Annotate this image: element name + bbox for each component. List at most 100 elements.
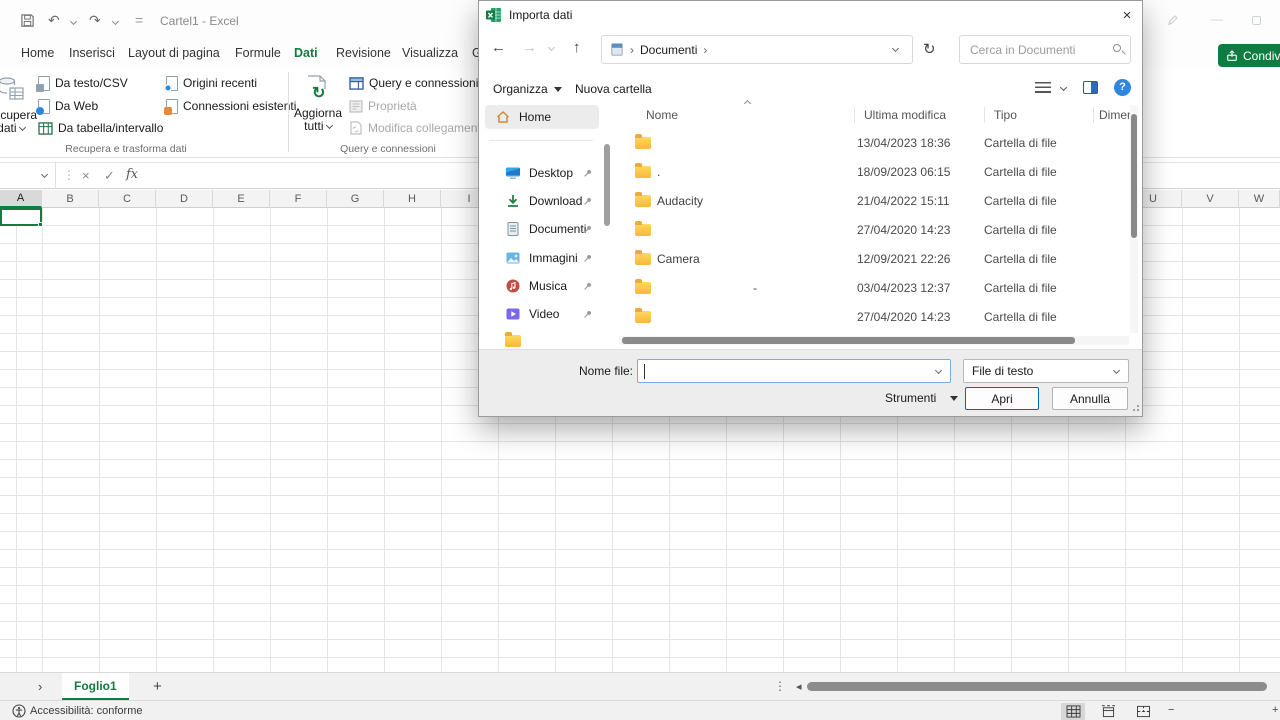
resize-grip[interactable] [1131,405,1139,413]
undo-dropdown-icon[interactable] [70,18,77,25]
list-vertical-scrollbar-thumb[interactable] [1131,114,1137,238]
list-horizontal-scrollbar-thumb[interactable] [622,337,1075,344]
queries-connections-button[interactable]: Query e connessioni [349,74,478,92]
tab-formule[interactable]: Formule [235,46,281,66]
pin-icon[interactable] [582,281,593,292]
file-row[interactable]: Camera12/09/2021 22:26Cartella di file [629,244,1107,273]
restore-icon[interactable] [1252,16,1261,25]
dialog-close-button[interactable]: × [1112,1,1142,29]
search-icon[interactable] [1113,44,1121,52]
search-input[interactable]: Cerca in Documenti [959,35,1131,64]
header-dimensione[interactable]: Dimen [1099,105,1134,125]
undo-icon[interactable]: ↶ [48,13,60,27]
column-header-e[interactable]: E [213,190,270,208]
file-row[interactable]: .18/09/2023 06:15Cartella di file [629,157,1107,186]
tab-layout[interactable]: Layout di pagina [128,46,220,66]
column-header-d[interactable]: D [156,190,213,208]
file-row[interactable]: -03/04/2023 12:37Cartella di file [629,273,1107,302]
redo-icon[interactable]: ↷ [89,13,101,27]
sidebar-item-musica[interactable]: Musica [485,274,599,298]
sidebar-item-download[interactable]: Download [485,189,599,213]
page-break-view-icon[interactable] [1131,703,1155,720]
pin-icon[interactable] [582,196,593,207]
open-button[interactable]: Apri [965,387,1039,410]
tools-button[interactable]: Strumenti [885,391,958,405]
address-bar[interactable]: › Documenti › [601,35,913,64]
nav-up-icon[interactable]: ↑ [573,39,581,56]
column-header-v[interactable]: V [1182,190,1239,208]
file-type-dropdown-icon[interactable] [1113,367,1120,374]
file-row[interactable]: 27/04/2020 14:23Cartella di file [629,215,1107,244]
sidebar-item-video[interactable]: Video [485,302,599,326]
insert-function-icon[interactable]: fx [126,167,138,182]
tab-revisione[interactable]: Revisione [336,46,391,66]
header-tipo[interactable]: Tipo [994,105,1017,125]
sidebar-item-documenti[interactable]: Documenti [485,217,599,241]
help-icon[interactable]: ? [1114,79,1131,96]
scroll-left-icon[interactable]: ◂ [796,680,802,693]
column-header-c[interactable]: C [99,190,156,208]
page-layout-view-icon[interactable] [1096,703,1120,720]
crumb-separator-icon[interactable]: › [703,43,707,57]
tab-dati[interactable]: Dati [294,46,318,66]
file-row[interactable]: 27/04/2020 14:23Cartella di file [629,302,1107,331]
file-row[interactable]: Audacity21/04/2022 15:11Cartella di file [629,186,1107,215]
sidebar-item-home[interactable]: Home [485,105,599,129]
existing-connections-button[interactable]: Connessioni esistenti [166,97,296,115]
cancel-formula-icon[interactable]: × [82,168,90,183]
share-button[interactable]: Condividi [1218,44,1280,67]
recent-sources-button[interactable]: Origini recenti [166,74,257,92]
fill-handle[interactable] [38,222,43,227]
normal-view-icon[interactable] [1061,703,1085,720]
pin-icon[interactable] [582,168,593,179]
sidebar-folder-icon[interactable] [505,335,521,347]
preview-pane-icon[interactable] [1083,81,1098,94]
sidebar-scrollbar-thumb[interactable] [604,144,610,226]
minimize-icon[interactable]: — [1211,12,1223,26]
pin-icon[interactable] [582,309,593,320]
refresh-icon[interactable]: ↻ [923,40,936,58]
tab-visualizza[interactable]: Visualizza [402,46,458,66]
name-box-dropdown-icon[interactable] [41,171,48,178]
accessibility-status[interactable]: Accessibilità: conforme [30,705,143,717]
file-type-select[interactable]: File di testo [963,359,1129,383]
file-name-dropdown-icon[interactable] [935,367,942,374]
column-header-g[interactable]: G [327,190,384,208]
redo-dropdown-icon[interactable] [112,18,119,25]
new-folder-button[interactable]: Nuova cartella [575,79,652,99]
from-web-button[interactable]: Da Web [38,97,98,115]
refresh-all-button[interactable]: ↻ Aggiorna tutti [293,71,343,155]
name-box[interactable] [0,162,56,189]
cancel-button[interactable]: Annulla [1052,387,1128,410]
list-horizontal-scrollbar[interactable] [619,336,1129,345]
sidebar-item-desktop[interactable]: Desktop [485,161,599,185]
nav-back-icon[interactable]: ← [491,39,506,56]
horizontal-scrollbar-thumb[interactable] [807,682,1267,691]
view-mode-icon[interactable] [1035,82,1051,97]
column-header-w[interactable]: W [1239,190,1280,208]
sheet-tab-foglio1[interactable]: Foglio1 [62,673,129,700]
column-header-f[interactable]: F [270,190,327,208]
customize-qat-icon[interactable]: = [135,13,143,27]
tab-home[interactable]: Home [21,46,54,66]
sidebar-item-immagini[interactable]: Immagini [485,246,599,270]
tab-inserisci[interactable]: Inserisci [69,46,115,66]
column-header-b[interactable]: B [42,190,99,208]
selected-cell-a1[interactable] [0,208,42,226]
add-sheet-icon[interactable]: + [153,678,162,695]
view-mode-dropdown-icon[interactable] [1060,84,1067,91]
header-ultima-modifica[interactable]: Ultima modifica [864,105,946,125]
pin-icon[interactable] [582,224,593,235]
save-icon[interactable] [20,13,35,28]
formula-bar-separator-icon[interactable]: ⋮ [63,168,75,182]
list-vertical-scrollbar[interactable] [1130,105,1138,333]
sheet-nav-icon[interactable]: › [38,679,42,694]
from-table-button[interactable]: Da tabella/intervallo [38,119,163,137]
column-header-a[interactable]: A [0,190,42,208]
zoom-in-icon[interactable]: + [1272,704,1278,716]
pin-icon[interactable] [582,253,593,264]
sheetbar-more-icon[interactable]: ⋮ [774,679,786,693]
breadcrumb-documenti[interactable]: Documenti [640,43,697,57]
zoom-out-icon[interactable]: − [1168,704,1174,716]
file-name-input[interactable] [637,359,951,383]
